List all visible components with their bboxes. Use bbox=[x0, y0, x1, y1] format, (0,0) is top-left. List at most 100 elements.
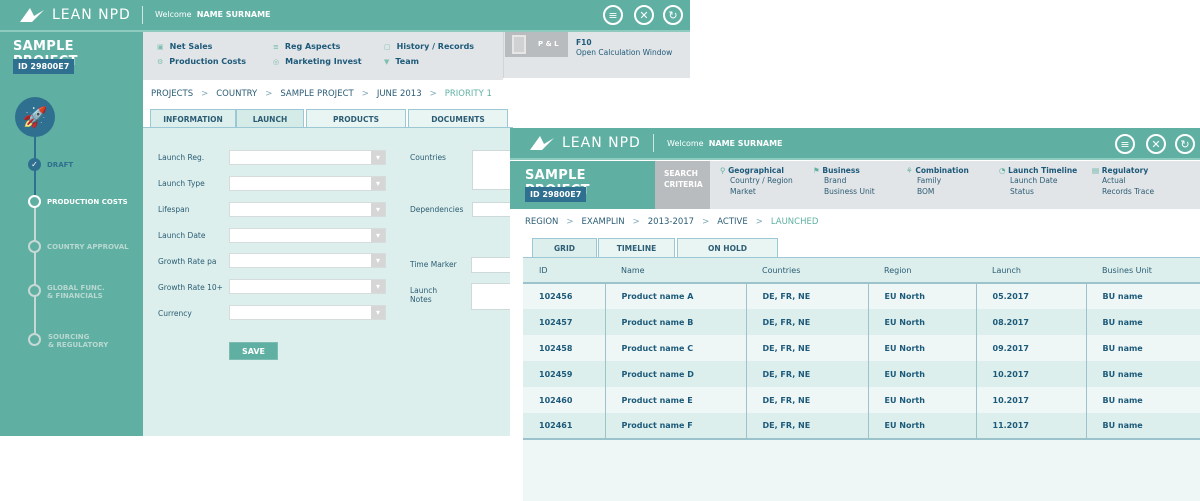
step-sourcing[interactable]: SOURCING & REGULATORY bbox=[48, 333, 108, 349]
criteria-business: ⚑ Business Brand Business Unit bbox=[813, 166, 875, 197]
lifespan-select[interactable] bbox=[229, 202, 386, 217]
cell-countries: DE, FR, NE bbox=[745, 361, 868, 387]
breadcrumb-item[interactable]: REGION bbox=[525, 217, 558, 227]
close-icon[interactable]: ✕ bbox=[634, 5, 654, 25]
close-icon[interactable]: ✕ bbox=[1146, 134, 1166, 154]
column-header-launch[interactable]: Launch bbox=[976, 258, 1086, 283]
calculator-icon bbox=[512, 35, 526, 54]
criteria-item[interactable]: BOM bbox=[917, 186, 969, 197]
criteria-title: Geographical bbox=[728, 166, 785, 175]
criteria-combination: ⚘ Combination Family BOM bbox=[906, 166, 969, 197]
table-row[interactable]: 102458 Product name C DE, FR, NE EU North 09… bbox=[523, 335, 1200, 361]
criteria-item[interactable]: Family bbox=[917, 175, 969, 186]
step-global-func[interactable]: GLOBAL FUNC. & FINANCIALS bbox=[47, 284, 105, 300]
logo[interactable]: LEAN NPD bbox=[18, 6, 131, 24]
countries-input[interactable] bbox=[472, 150, 512, 190]
dependencies-input[interactable] bbox=[472, 202, 512, 217]
logo[interactable]: LEAN NPD bbox=[528, 134, 641, 152]
tab-timeline[interactable]: TIMELINE bbox=[598, 238, 675, 257]
currency-select[interactable] bbox=[229, 305, 386, 320]
table-row[interactable]: 102460 Product name E DE, FR, NE EU North 10… bbox=[523, 387, 1200, 413]
menu-production-costs[interactable]: ⚙ Production Costs bbox=[157, 57, 246, 66]
column-header-name[interactable]: Name bbox=[605, 258, 746, 283]
column-header-id[interactable]: ID bbox=[523, 258, 605, 283]
breadcrumb-item[interactable]: EXAMPLIN bbox=[582, 217, 625, 227]
pl-button[interactable]: P & L bbox=[505, 32, 568, 57]
criteria-item[interactable]: Country / Region bbox=[730, 175, 793, 186]
cell-id: 102457 bbox=[539, 317, 573, 327]
label-launch-type: Launch Type bbox=[158, 179, 205, 188]
breadcrumb: REGION > EXAMPLIN > 2013-2017 > ACTIVE > LAU… bbox=[525, 217, 818, 227]
breadcrumb-item[interactable]: SAMPLE PROJECT bbox=[280, 89, 353, 99]
launch-notes-input[interactable] bbox=[471, 283, 512, 310]
refresh-icon[interactable]: ↻ bbox=[1175, 134, 1195, 154]
label-time-marker: Time Marker bbox=[410, 260, 457, 269]
menu-history-records[interactable]: ▢ History / Records bbox=[384, 42, 474, 51]
menu-icon[interactable]: ≡ bbox=[1115, 134, 1135, 154]
breadcrumb-item[interactable]: ACTIVE bbox=[717, 217, 748, 227]
stopwatch-icon: ◔ bbox=[999, 166, 1006, 175]
step-label: SOURCING bbox=[48, 333, 90, 341]
criteria-regulatory: ▤ Regulatory Actual Records Trace bbox=[1092, 166, 1154, 197]
criteria-item[interactable]: Business Unit bbox=[824, 186, 875, 197]
chevron-right-icon: > bbox=[566, 217, 574, 227]
tab-documents[interactable]: DOCUMENTS bbox=[408, 109, 508, 128]
growth-rate-pa-select[interactable] bbox=[229, 253, 386, 268]
table-row[interactable]: 102456 Product name A DE, FR, NE EU North 05… bbox=[523, 283, 1200, 309]
criteria-item[interactable]: Actual bbox=[1102, 175, 1154, 186]
breadcrumb-item[interactable]: JUNE 2013 bbox=[377, 89, 422, 99]
cell-business-unit: BU name bbox=[1085, 387, 1200, 413]
tab-products[interactable]: PRODUCTS bbox=[306, 109, 406, 128]
label-line: CRITERIA bbox=[664, 180, 703, 189]
table-row[interactable]: 102457 Product name B DE, FR, NE EU North 08… bbox=[523, 309, 1200, 335]
cell-launch: 08.2017 bbox=[975, 309, 1086, 335]
breadcrumb: PROJECTS > COUNTRY > SAMPLE PROJECT > JUNE … bbox=[151, 89, 492, 99]
step-country-approval[interactable]: COUNTRY APPROVAL bbox=[47, 243, 129, 251]
column-header-countries[interactable]: Countries bbox=[746, 258, 868, 283]
step-production-costs[interactable]: PRODUCTION COSTS bbox=[47, 198, 128, 206]
breadcrumb-current: PRIORITY 1 bbox=[444, 89, 492, 99]
open-calculation-window-link[interactable]: Open Calculation Window bbox=[576, 48, 672, 57]
criteria-item[interactable]: Records Trace bbox=[1102, 186, 1154, 197]
step-current-icon bbox=[28, 195, 41, 208]
table-row[interactable]: 102461 Product name F DE, FR, NE EU North 11… bbox=[523, 413, 1200, 439]
growth-rate-10-select[interactable] bbox=[229, 279, 386, 294]
cell-launch: 10.2017 bbox=[975, 361, 1086, 387]
menu-icon[interactable]: ≡ bbox=[603, 5, 623, 25]
criteria-item[interactable]: Launch Date bbox=[1010, 175, 1077, 186]
menu-reg-aspects[interactable]: ≡ Reg Aspects bbox=[273, 42, 340, 51]
tab-on-hold[interactable]: ON HOLD bbox=[677, 238, 778, 257]
cell-launch: 10.2017 bbox=[975, 387, 1086, 413]
breadcrumb-item[interactable]: PROJECTS bbox=[151, 89, 193, 99]
divider bbox=[142, 6, 143, 24]
launch-date-select[interactable] bbox=[229, 228, 386, 243]
chevron-right-icon: > bbox=[201, 89, 209, 99]
step-done-icon: ✓ bbox=[28, 158, 41, 171]
step-draft[interactable]: DRAFT bbox=[47, 161, 73, 169]
column-header-region[interactable]: Region bbox=[868, 258, 976, 283]
pl-panel: P & L F10 Open Calculation Window bbox=[503, 32, 690, 78]
tab-information[interactable]: INFORMATION bbox=[150, 109, 236, 128]
menu-label: Reg Aspects bbox=[284, 42, 341, 51]
step-pending-icon bbox=[28, 240, 41, 253]
tab-launch[interactable]: LAUNCH bbox=[236, 109, 304, 128]
criteria-item[interactable]: Brand bbox=[824, 175, 875, 186]
time-marker-input[interactable] bbox=[471, 257, 512, 273]
refresh-icon[interactable]: ↻ bbox=[663, 5, 683, 25]
tab-grid[interactable]: GRID bbox=[532, 238, 597, 257]
launch-reg-select[interactable] bbox=[229, 150, 386, 165]
criteria-item[interactable]: Status bbox=[1010, 186, 1077, 197]
table-row[interactable]: 102459 Product name D DE, FR, NE EU North 10… bbox=[523, 361, 1200, 387]
launch-type-select[interactable] bbox=[229, 176, 386, 191]
menu-marketing-invest[interactable]: ◎ Marketing Invest bbox=[273, 57, 362, 66]
save-button[interactable]: SAVE bbox=[229, 342, 278, 360]
breadcrumb-item[interactable]: COUNTRY bbox=[216, 89, 257, 99]
menu-team[interactable]: ▼ Team bbox=[384, 57, 419, 66]
criteria-item[interactable]: Market bbox=[730, 186, 793, 197]
column-header-business-unit[interactable]: Busines Unit bbox=[1086, 258, 1200, 283]
breadcrumb-item[interactable]: 2013-2017 bbox=[648, 217, 694, 227]
menu-net-sales[interactable]: ▣ Net Sales bbox=[157, 42, 212, 51]
label-launch-reg: Launch Reg. bbox=[158, 153, 205, 162]
step-label: & REGULATORY bbox=[48, 341, 109, 349]
breadcrumb-current: LAUNCHED bbox=[770, 217, 819, 227]
